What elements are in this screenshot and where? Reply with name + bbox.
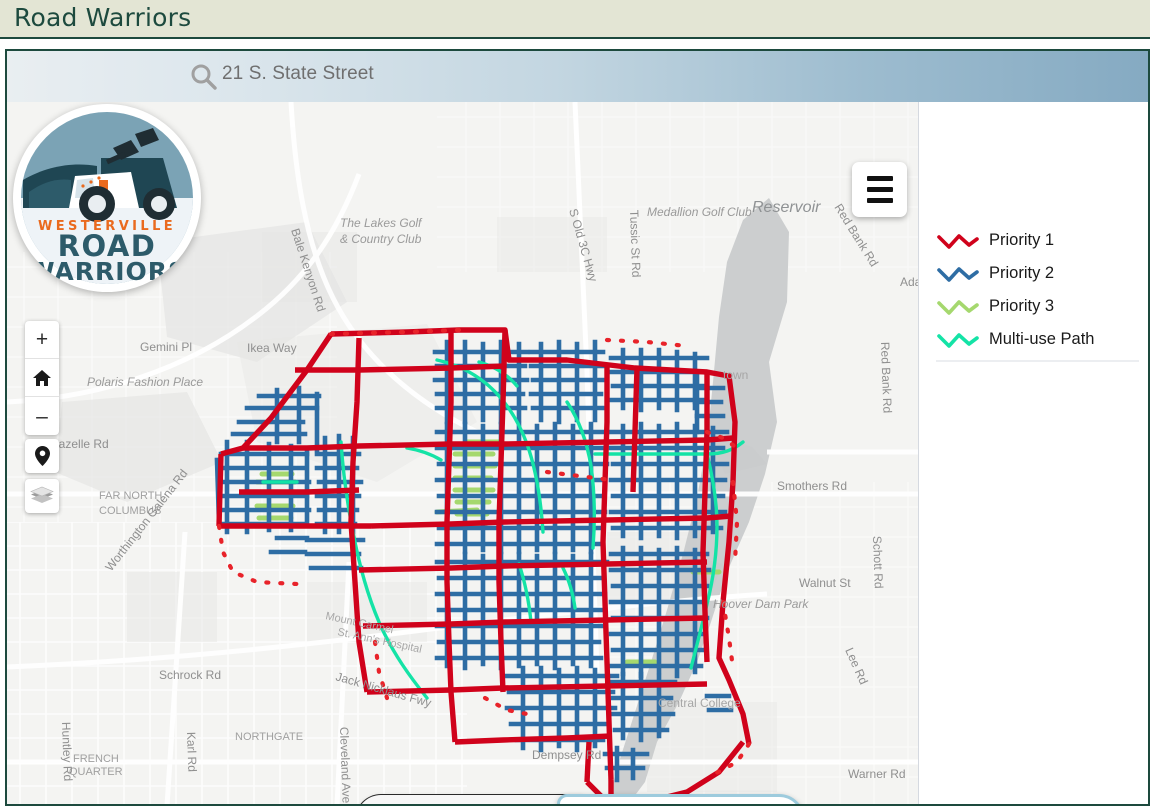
legend-item-label: Multi-use Path (989, 330, 1095, 348)
home-icon (33, 369, 51, 386)
legend-item-label: Priority 1 (989, 231, 1055, 249)
search-input[interactable]: 21 S. State Street (222, 63, 374, 85)
app-frame: The Lakes Golf & Country Club Medallion Go… (5, 49, 1150, 806)
layers-icon (30, 486, 54, 503)
search-bar[interactable]: 21 S. State Street (7, 51, 1148, 102)
page-title: Road Warriors (14, 3, 192, 32)
zoom-out-button[interactable]: – (25, 397, 59, 435)
hamburger-icon-bar (866, 187, 893, 192)
layers-button[interactable] (25, 479, 59, 513)
legend-symbol-icon (937, 233, 979, 249)
legend-symbol-icon (937, 266, 979, 282)
legend-panel: Priority 1 Priority 2 Priority 3 Multi-use … (918, 102, 1148, 804)
app-logo: WESTERVILLE ROAD WARRIORS (13, 104, 201, 292)
hamburger-icon-bar (866, 176, 893, 181)
legend-divider (936, 360, 1139, 362)
map-pin-icon (34, 446, 50, 466)
tab-what-has-been-serviced[interactable]: What has been serviced? (355, 794, 583, 804)
minus-icon: – (36, 404, 48, 428)
question-tab-bar: What has been serviced? What priority is… (355, 794, 805, 804)
legend-item[interactable]: Priority 1 (936, 224, 1141, 257)
search-icon[interactable] (190, 63, 217, 90)
app-header: Road Warriors (0, 0, 1150, 39)
layers-control (25, 479, 59, 513)
legend-item-label: Priority 3 (989, 297, 1055, 315)
map-canvas[interactable]: The Lakes Golf & Country Club Medallion Go… (7, 102, 918, 804)
zoom-in-button[interactable]: + (25, 321, 59, 359)
legend-symbol-icon (937, 299, 979, 315)
hamburger-icon-bar (866, 198, 893, 203)
legend-item[interactable]: Priority 2 (936, 257, 1141, 290)
locate-control (25, 439, 59, 473)
legend-symbol-icon (937, 332, 979, 348)
legend-item[interactable]: Priority 3 (936, 290, 1141, 323)
legend-item[interactable]: Multi-use Path (936, 323, 1141, 356)
legend-item-label: Priority 2 (989, 264, 1055, 282)
locate-button[interactable] (25, 439, 59, 473)
tab-what-priority-is-my-street[interactable]: What priority is my street? (557, 794, 805, 804)
zoom-control-stack: + – (25, 321, 59, 435)
legend-list: Priority 1 Priority 2 Priority 3 Multi-use … (936, 224, 1141, 356)
home-button[interactable] (25, 359, 59, 397)
hamburger-menu-button[interactable] (852, 162, 907, 217)
plus-icon: + (35, 328, 49, 351)
